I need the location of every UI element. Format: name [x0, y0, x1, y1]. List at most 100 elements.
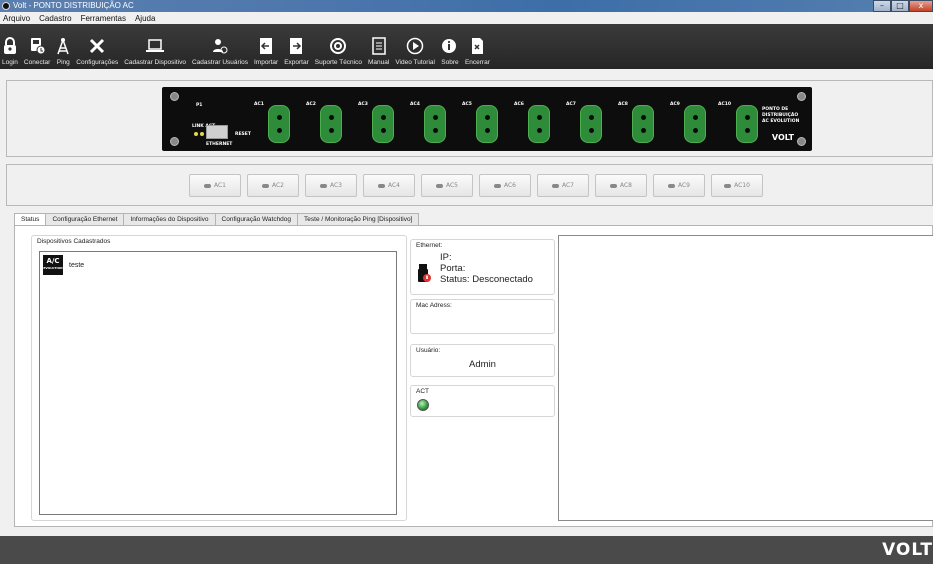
ethernet-info: IP: Porta: Status: Desconectado: [440, 252, 533, 285]
video-tutorial-label: Video Tutorial: [395, 59, 435, 66]
board-label-ac5: AC5: [462, 102, 472, 107]
ping-button[interactable]: Ping: [56, 35, 70, 66]
port-label: Porta:: [440, 263, 466, 274]
screw-icon: [797, 92, 806, 101]
sobre-label: Sobre: [441, 59, 459, 66]
devices-group: Dispositivos Cadastrados A/C EVOLUTION t…: [31, 235, 407, 521]
board-brand-text: PONTO DE DISTRIBUIÇÃO AC EVOLUTION: [762, 107, 802, 125]
device-icon-text: A/C: [46, 257, 60, 265]
login-label: Login: [2, 59, 18, 66]
ac-button-label: AC6: [503, 182, 516, 189]
configuracoes-label: Configurações: [76, 59, 119, 66]
manual-button[interactable]: Manual: [368, 35, 389, 66]
tab-configuracao-ethernet[interactable]: Configuração Ethernet: [45, 213, 125, 225]
title-bar: Volt - PONTO DISTRIBUIÇÃO AC – □ x: [0, 0, 933, 12]
maximize-button[interactable]: □: [891, 0, 909, 12]
ac-button-label: AC5: [445, 182, 458, 189]
encerrar-button[interactable]: Encerrar: [465, 35, 490, 66]
device-panel: P1 LINK ACT ETHERNET RESET AC1 AC2 AC3 A…: [6, 80, 933, 157]
ethernet-group-title: Ethernet:: [414, 242, 445, 249]
window-title: Volt - PONTO DISTRIBUIÇÃO AC: [13, 1, 134, 10]
ac10-button[interactable]: AC10: [711, 174, 763, 197]
add-user-icon: [212, 35, 228, 57]
menu-cadastro[interactable]: Cadastro: [39, 14, 71, 23]
exportar-button[interactable]: Exportar: [284, 35, 309, 66]
ac7-button[interactable]: AC7: [537, 174, 589, 197]
plug-icon: [493, 183, 501, 188]
plug-icon: [203, 183, 211, 188]
log-panel[interactable]: [558, 235, 933, 521]
link-led: [194, 132, 198, 136]
ac1-button[interactable]: AC1: [189, 174, 241, 197]
user-value: Admin: [469, 359, 496, 370]
cadastrar-dispositivo-button[interactable]: Cadastrar Dispositivo: [124, 35, 186, 66]
list-item[interactable]: A/C EVOLUTION teste: [43, 255, 84, 275]
manual-label: Manual: [367, 59, 390, 66]
exit-icon: [469, 35, 485, 57]
status-tab-content: Dispositivos Cadastrados A/C EVOLUTION t…: [14, 225, 933, 527]
ac9-button[interactable]: AC9: [653, 174, 705, 197]
mac-address-group: Mac Adress:: [410, 299, 555, 334]
cadastrar-usuarios-button[interactable]: Cadastrar Usuários: [192, 35, 248, 66]
encerrar-label: Encerrar: [464, 59, 490, 66]
sobre-button[interactable]: Sobre: [441, 35, 459, 66]
board-label-ac1: AC1: [254, 102, 264, 107]
screw-icon: [797, 137, 806, 146]
menu-ferramentas[interactable]: Ferramentas: [81, 14, 126, 23]
play-icon: [406, 35, 424, 57]
tab-configuracao-watchdog[interactable]: Configuração Watchdog: [214, 213, 299, 225]
ethernet-label: ETHERNET: [206, 142, 233, 147]
window-controls: – □ x: [873, 0, 933, 12]
video-tutorial-button[interactable]: Video Tutorial: [395, 35, 435, 66]
reset-label: RESET: [235, 132, 251, 137]
board-label-ac6: AC6: [514, 102, 524, 107]
tools-icon: [88, 35, 106, 57]
volt-logo: VOLT: [882, 540, 933, 560]
devices-group-title: Dispositivos Cadastrados: [35, 238, 113, 245]
ac3-button[interactable]: AC3: [305, 174, 357, 197]
plug-icon: [609, 183, 617, 188]
ac8-button[interactable]: AC8: [595, 174, 647, 197]
close-button[interactable]: x: [909, 0, 933, 12]
devices-list[interactable]: A/C EVOLUTION teste: [39, 251, 397, 515]
connect-button[interactable]: Conectar: [24, 35, 50, 66]
ac4-button[interactable]: AC4: [363, 174, 415, 197]
menu-bar: Arquivo Cadastro Ferramentas Ajuda: [0, 12, 933, 24]
board-label-ac4: AC4: [410, 102, 420, 107]
screw-icon: [170, 137, 179, 146]
outlet-ac7: [580, 105, 602, 143]
connect-icon: [29, 35, 46, 57]
user-group: Usuário: Admin: [410, 344, 555, 377]
importar-button[interactable]: Importar: [254, 35, 278, 66]
exportar-label: Exportar: [284, 59, 309, 66]
screw-icon: [170, 92, 179, 101]
ac-button-label: AC8: [619, 182, 632, 189]
board-label-ac3: AC3: [358, 102, 368, 107]
login-button[interactable]: Login: [2, 35, 18, 66]
outlet-ac6: [528, 105, 550, 143]
tab-teste-monitoracao-ping[interactable]: Teste / Monitoração Ping [Dispositivo]: [297, 213, 420, 225]
footer: VOLT: [0, 536, 933, 564]
ac-button-label: AC4: [387, 182, 400, 189]
menu-ajuda[interactable]: Ajuda: [135, 14, 155, 23]
configuracoes-button[interactable]: Configurações: [76, 35, 118, 66]
outlet-ac8: [632, 105, 654, 143]
lock-icon: [3, 35, 17, 57]
tab-informacoes-dispositivo[interactable]: Informações do Dispositivo: [123, 213, 216, 225]
board-volt-logo: VOLT: [771, 133, 794, 142]
outlet-ac10: [736, 105, 758, 143]
ac5-button[interactable]: AC5: [421, 174, 473, 197]
mac-address-title: Mac Adress:: [414, 302, 454, 309]
ac-buttons-row: AC1 AC2 AC3 AC4 AC5 AC6 AC7 AC8 AC9 AC10: [189, 174, 769, 197]
minimize-button[interactable]: –: [873, 0, 891, 12]
p1-label: P1: [196, 103, 203, 108]
outlet-ac2: [320, 105, 342, 143]
act-led-icon: [417, 399, 429, 411]
ac2-button[interactable]: AC2: [247, 174, 299, 197]
ethernet-group: Ethernet: IP: Porta: Status: Desconectad…: [410, 239, 555, 295]
tab-bar: Status Configuração Ethernet Informações…: [14, 213, 420, 226]
ac6-button[interactable]: AC6: [479, 174, 531, 197]
menu-arquivo[interactable]: Arquivo: [3, 14, 30, 23]
act-group: ACT: [410, 385, 555, 417]
suporte-tecnico-button[interactable]: Suporte Técnico: [315, 35, 362, 66]
